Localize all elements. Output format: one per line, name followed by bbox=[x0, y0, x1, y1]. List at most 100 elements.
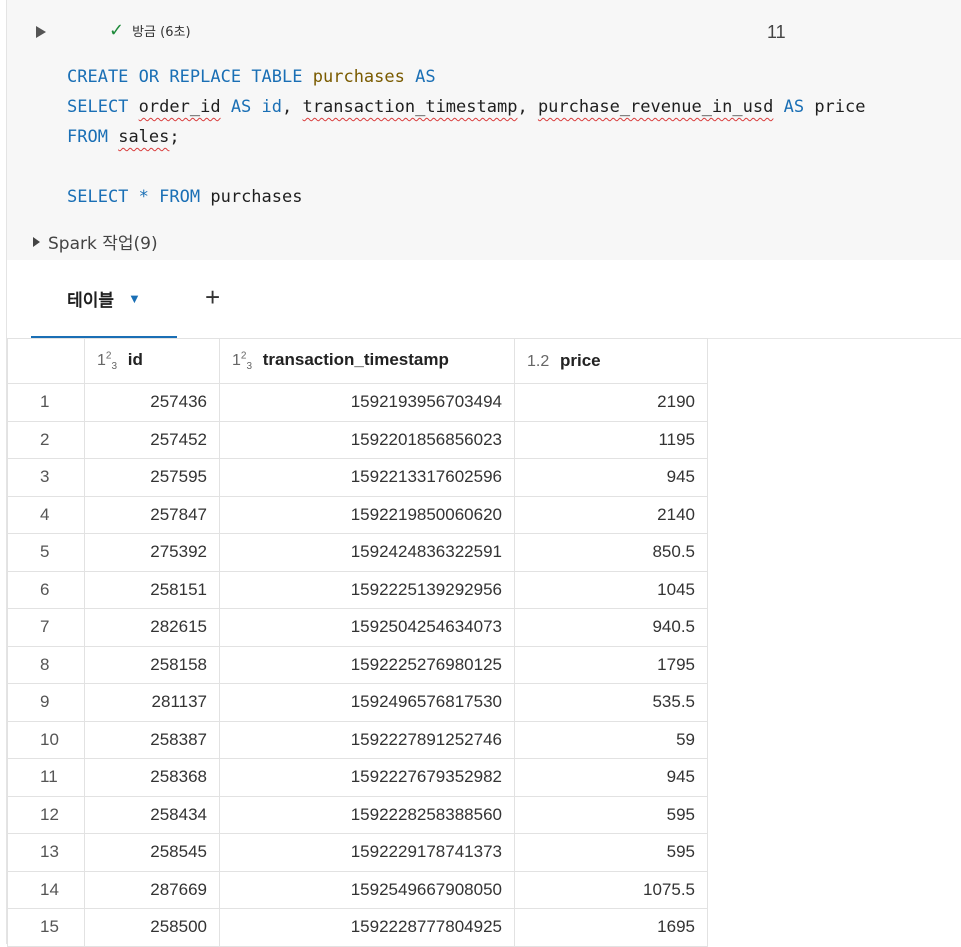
table-cell[interactable]: 1695 bbox=[514, 908, 708, 947]
table-cell[interactable]: 258434 bbox=[84, 795, 220, 834]
table-cell[interactable]: 1592228258388560 bbox=[219, 795, 515, 834]
table-cell[interactable]: 257595 bbox=[84, 458, 220, 497]
column-header-id[interactable]: 123 id bbox=[84, 338, 220, 384]
decimal-type-icon: 1.2 bbox=[527, 353, 550, 370]
table-cell[interactable]: 595 bbox=[514, 795, 708, 834]
table-cell[interactable]: 1592549667908050 bbox=[219, 870, 515, 909]
code-token: order_id bbox=[138, 97, 221, 117]
table-cell[interactable]: 1795 bbox=[514, 645, 708, 684]
table-cell[interactable]: 281137 bbox=[84, 683, 220, 722]
table-cell[interactable]: 940.5 bbox=[514, 608, 708, 647]
table-cell[interactable]: 257436 bbox=[84, 383, 220, 422]
table-cell[interactable]: 258158 bbox=[84, 645, 220, 684]
expand-triangle-icon bbox=[33, 236, 40, 247]
table-cell[interactable]: 59 bbox=[514, 720, 708, 759]
table-row[interactable]: 4 257847 1592219850060620 2140 bbox=[7, 495, 708, 534]
table-cell[interactable]: 945 bbox=[514, 458, 708, 497]
table-cell[interactable]: 1592225139292956 bbox=[219, 570, 515, 609]
row-number: 2 bbox=[7, 420, 85, 459]
code-token: transaction_timestamp bbox=[302, 97, 518, 117]
add-visualization-button[interactable]: + bbox=[205, 282, 220, 312]
code-token: SELECT bbox=[67, 187, 129, 207]
table-cell[interactable]: 275392 bbox=[84, 533, 220, 572]
table-cell[interactable]: 945 bbox=[514, 758, 708, 797]
tab-table[interactable]: 테이블 ▼ bbox=[31, 260, 177, 340]
table-row[interactable]: 6 258151 1592225139292956 1045 bbox=[7, 570, 708, 609]
column-header-price[interactable]: 1.2 price bbox=[514, 338, 708, 384]
table-cell[interactable]: 1592228777804925 bbox=[219, 908, 515, 947]
table-row[interactable]: 9 281137 1592496576817530 535.5 bbox=[7, 683, 708, 722]
table-cell[interactable]: 1592227679352982 bbox=[219, 758, 515, 797]
results-table: 123 id 123 transaction_timestamp 1.2 pri… bbox=[7, 338, 708, 947]
row-number: 11 bbox=[7, 758, 85, 797]
table-cell[interactable]: 535.5 bbox=[514, 683, 708, 722]
tab-table-label: 테이블 bbox=[67, 290, 115, 311]
table-row[interactable]: 2 257452 1592201856856023 1195 bbox=[7, 420, 708, 459]
table-cell[interactable]: 258368 bbox=[84, 758, 220, 797]
spark-jobs-label: Spark 작업(9) bbox=[48, 234, 158, 254]
results-panel: 테이블 ▼ + 123 id 123 transaction_timestamp… bbox=[6, 260, 961, 947]
table-row[interactable]: 8 258158 1592225276980125 1795 bbox=[7, 645, 708, 684]
table-cell[interactable]: 258151 bbox=[84, 570, 220, 609]
spark-jobs-toggle[interactable]: Spark 작업(9) bbox=[33, 229, 158, 254]
row-number: 13 bbox=[7, 833, 85, 872]
code-token: purchases bbox=[312, 67, 405, 87]
chevron-down-icon[interactable]: ▼ bbox=[128, 291, 141, 306]
code-token: FROM bbox=[67, 127, 108, 147]
table-row[interactable]: 5 275392 1592424836322591 850.5 bbox=[7, 533, 708, 572]
code-line: SELECT * FROM purchases bbox=[67, 182, 866, 212]
row-number: 6 bbox=[7, 570, 85, 609]
table-row[interactable]: 14 287669 1592549667908050 1075.5 bbox=[7, 870, 708, 909]
table-cell[interactable]: 1592213317602596 bbox=[219, 458, 515, 497]
table-cell[interactable]: 2190 bbox=[514, 383, 708, 422]
table-cell[interactable]: 1592229178741373 bbox=[219, 833, 515, 872]
status-text: 방금 (6초) bbox=[132, 24, 191, 40]
table-cell[interactable]: 282615 bbox=[84, 608, 220, 647]
table-row[interactable]: 3 257595 1592213317602596 945 bbox=[7, 458, 708, 497]
table-cell[interactable]: 595 bbox=[514, 833, 708, 872]
table-cell[interactable]: 1592504254634073 bbox=[219, 608, 515, 647]
table-cell[interactable]: 1195 bbox=[514, 420, 708, 459]
table-row[interactable]: 11 258368 1592227679352982 945 bbox=[7, 758, 708, 797]
table-cell[interactable]: 850.5 bbox=[514, 533, 708, 572]
code-token: CREATE bbox=[67, 67, 129, 87]
integer-type-icon: 123 bbox=[232, 350, 253, 373]
table-cell[interactable]: 1592201856856023 bbox=[219, 420, 515, 459]
table-row[interactable]: 13 258545 1592229178741373 595 bbox=[7, 833, 708, 872]
table-row[interactable]: 7 282615 1592504254634073 940.5 bbox=[7, 608, 708, 647]
column-header-transaction-timestamp[interactable]: 123 transaction_timestamp bbox=[219, 338, 515, 384]
table-cell[interactable]: 1075.5 bbox=[514, 870, 708, 909]
table-cell[interactable]: 258500 bbox=[84, 908, 220, 947]
table-cell[interactable]: 287669 bbox=[84, 870, 220, 909]
table-cell[interactable]: 1592193956703494 bbox=[219, 383, 515, 422]
code-token: purchase_revenue_in_usd bbox=[537, 97, 774, 117]
run-cell-button[interactable] bbox=[31, 22, 51, 42]
code-token: purchases bbox=[200, 187, 303, 207]
table-row[interactable]: 1 257436 1592193956703494 2190 bbox=[7, 383, 708, 422]
row-number: 7 bbox=[7, 608, 85, 647]
table-cell[interactable]: 1592225276980125 bbox=[219, 645, 515, 684]
code-editor[interactable]: CREATE OR REPLACE TABLE purchases AS SELE… bbox=[67, 62, 866, 212]
table-cell[interactable]: 2140 bbox=[514, 495, 708, 534]
table-cell[interactable]: 258545 bbox=[84, 833, 220, 872]
code-token: price bbox=[804, 97, 866, 117]
table-row[interactable]: 12 258434 1592228258388560 595 bbox=[7, 795, 708, 834]
row-number: 14 bbox=[7, 870, 85, 909]
table-cell[interactable]: 1045 bbox=[514, 570, 708, 609]
table-cell[interactable]: 1592227891252746 bbox=[219, 720, 515, 759]
table-cell[interactable]: 257847 bbox=[84, 495, 220, 534]
table-cell[interactable]: 257452 bbox=[84, 420, 220, 459]
table-cell[interactable]: 1592219850060620 bbox=[219, 495, 515, 534]
code-token: AS bbox=[230, 97, 252, 117]
code-token: SELECT bbox=[67, 97, 129, 117]
row-number: 5 bbox=[7, 533, 85, 572]
table-row[interactable]: 10 258387 1592227891252746 59 bbox=[7, 720, 708, 759]
table-row[interactable]: 15 258500 1592228777804925 1695 bbox=[7, 908, 708, 947]
table-cell[interactable]: 1592496576817530 bbox=[219, 683, 515, 722]
table-cell[interactable]: 258387 bbox=[84, 720, 220, 759]
table-cell[interactable]: 1592424836322591 bbox=[219, 533, 515, 572]
